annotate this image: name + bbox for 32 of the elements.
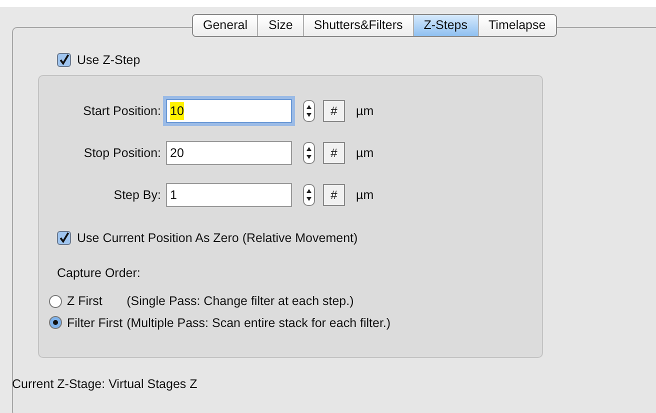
radio-button[interactable] bbox=[49, 316, 62, 330]
field-label: Start Position: bbox=[82, 102, 162, 120]
unit-label: µm bbox=[356, 144, 374, 162]
tab[interactable]: Size bbox=[257, 15, 303, 36]
radio-label: Z First bbox=[67, 292, 102, 310]
field-label: Stop Position: bbox=[82, 144, 162, 162]
checkbox[interactable] bbox=[57, 53, 71, 67]
status-text: Current Z-Stage: Virtual Stages Z bbox=[12, 377, 198, 391]
option-description: (Single Pass: Change filter at each step.) bbox=[126, 292, 355, 310]
hash-button[interactable]: # bbox=[323, 142, 345, 164]
checkbox[interactable] bbox=[57, 231, 71, 245]
section-label: Capture Order: bbox=[57, 266, 140, 280]
option-description: (Multiple Pass: Scan entire stack for each filter.) bbox=[126, 314, 391, 332]
tab[interactable]: Shutters&Filters bbox=[302, 15, 413, 36]
field-label: Step By: bbox=[112, 186, 162, 204]
checkbox-label: Use Z-Step bbox=[77, 52, 140, 69]
input-field[interactable]: 10 bbox=[166, 99, 292, 123]
tab[interactable]: Z-Steps bbox=[412, 15, 478, 36]
input-field[interactable]: 20 bbox=[166, 141, 292, 165]
unit-label: µm bbox=[356, 186, 374, 204]
tab[interactable]: General bbox=[193, 15, 258, 36]
stepper[interactable] bbox=[303, 142, 315, 164]
hash-button[interactable]: # bbox=[323, 100, 345, 122]
input-field[interactable]: 1 bbox=[166, 183, 292, 207]
hash-button[interactable]: # bbox=[323, 184, 345, 206]
checkbox-label: Use Current Position As Zero (Relative Movement) bbox=[77, 230, 358, 247]
radio-button[interactable] bbox=[49, 294, 62, 308]
unit-label: µm bbox=[356, 102, 374, 120]
stepper[interactable] bbox=[303, 184, 315, 206]
stepper[interactable] bbox=[303, 100, 315, 122]
radio-label: Filter First bbox=[67, 314, 123, 332]
tab[interactable]: Timelapse bbox=[478, 15, 556, 36]
